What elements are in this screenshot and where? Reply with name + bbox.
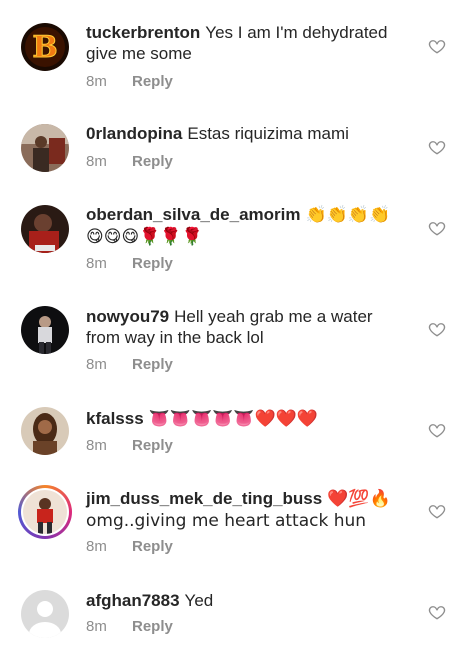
svg-text:B: B: [32, 30, 57, 65]
like-heart-icon[interactable]: [428, 502, 446, 520]
comment-meta: 8m Reply: [86, 73, 173, 90]
user-avatar: [23, 490, 67, 534]
reply-button[interactable]: Reply: [132, 538, 173, 555]
comment-username[interactable]: tuckerbrenton: [86, 23, 200, 42]
like-heart-icon[interactable]: [428, 138, 446, 156]
photo-avatar-icon: [21, 306, 69, 354]
comment-username[interactable]: kfalsss: [86, 409, 144, 428]
user-avatar[interactable]: [21, 205, 69, 253]
like-heart-icon[interactable]: [428, 37, 446, 55]
user-avatar[interactable]: [21, 306, 69, 354]
reply-button[interactable]: Reply: [132, 73, 173, 90]
comment-text: jim_duss_mek_de_ting_buss ❤️💯🔥 omg..givin…: [86, 488, 404, 532]
comment-text: oberdan_silva_de_amorim 👏👏👏👏 😋😋😋🌹🌹🌹: [86, 204, 404, 248]
reply-button[interactable]: Reply: [132, 437, 173, 454]
comment-text: tuckerbrenton Yes I am I'm dehydrated giv…: [86, 22, 404, 64]
comment-time: 8m: [86, 356, 107, 373]
photo-avatar-icon: [21, 205, 69, 253]
story-ring-inner: [21, 488, 69, 536]
photo-avatar-icon: [21, 407, 69, 455]
comment-text: 0rlandopina Estas riquizima mami: [86, 123, 404, 144]
reply-button[interactable]: Reply: [132, 618, 173, 635]
photo-avatar-icon: [23, 490, 67, 534]
comment-username[interactable]: nowyou79: [86, 307, 169, 326]
reply-button[interactable]: Reply: [132, 356, 173, 373]
reply-button[interactable]: Reply: [132, 153, 173, 170]
comment-time: 8m: [86, 73, 107, 90]
like-heart-icon[interactable]: [428, 320, 446, 338]
comment-meta: 8m Reply: [86, 356, 173, 373]
comment-meta: 8m Reply: [86, 153, 173, 170]
comment-time: 8m: [86, 538, 107, 555]
comment-body: Yed: [184, 591, 214, 610]
like-heart-icon[interactable]: [428, 603, 446, 621]
flaming-b-avatar-icon: B: [21, 23, 69, 71]
comment-time: 8m: [86, 153, 107, 170]
comment-text: nowyou79 Hell yeah grab me a water from w…: [86, 306, 404, 348]
reply-button[interactable]: Reply: [132, 255, 173, 272]
photo-avatar-icon: [21, 124, 69, 172]
user-avatar[interactable]: [21, 590, 69, 638]
comment-meta: 8m Reply: [86, 538, 173, 555]
comment-username[interactable]: jim_duss_mek_de_ting_buss: [86, 489, 322, 508]
comment-time: 8m: [86, 255, 107, 272]
comment-text: afghan7883 Yed: [86, 590, 404, 611]
default-avatar-icon: [21, 590, 69, 638]
comment-text: kfalsss 👅👅👅👅👅❤️❤️❤️: [86, 408, 404, 430]
comment-meta: 8m Reply: [86, 255, 173, 272]
like-heart-icon[interactable]: [428, 219, 446, 237]
comment-body: Estas riquizima mami: [187, 124, 349, 143]
user-avatar[interactable]: [21, 124, 69, 172]
user-avatar[interactable]: [21, 407, 69, 455]
story-ring-avatar[interactable]: [18, 485, 72, 539]
comment-meta: 8m Reply: [86, 618, 173, 635]
comment-time: 8m: [86, 618, 107, 635]
comment-body: 👅👅👅👅👅❤️❤️❤️: [148, 409, 319, 429]
comment-username[interactable]: afghan7883: [86, 591, 180, 610]
comment-username[interactable]: 0rlandopina: [86, 124, 182, 143]
comment-meta: 8m Reply: [86, 437, 173, 454]
comment-username[interactable]: oberdan_silva_de_amorim: [86, 205, 300, 224]
user-avatar[interactable]: B: [21, 23, 69, 71]
like-heart-icon[interactable]: [428, 421, 446, 439]
comment-time: 8m: [86, 437, 107, 454]
